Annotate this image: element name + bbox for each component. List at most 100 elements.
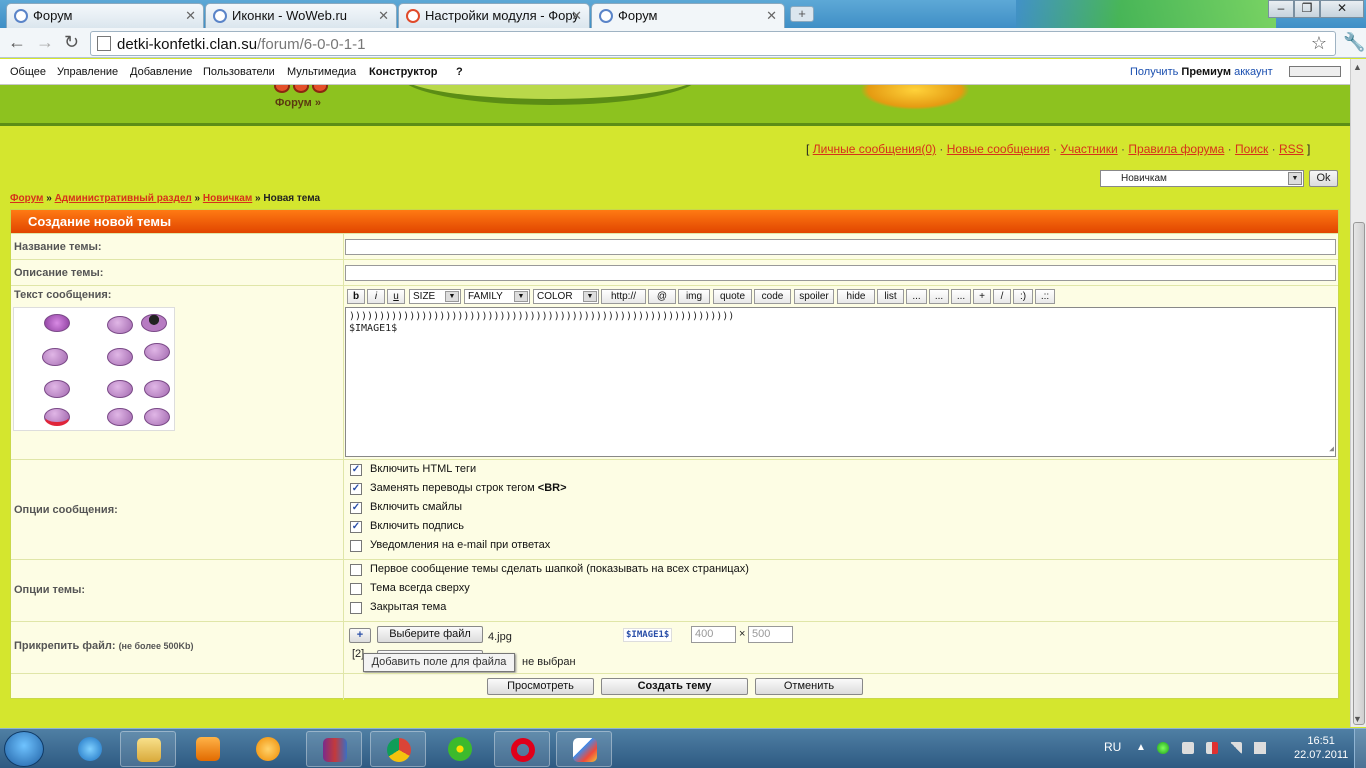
internet-explorer-icon[interactable] bbox=[62, 731, 118, 767]
option-pin-first-post-checkbox[interactable] bbox=[350, 564, 362, 576]
menu-item-help[interactable]: ? bbox=[456, 66, 463, 78]
tab-close-icon[interactable]: ✕ bbox=[766, 4, 777, 27]
breadcrumb-newbies[interactable]: Новичкам bbox=[203, 193, 252, 204]
smiley-confused-icon[interactable] bbox=[144, 408, 170, 426]
bbcode-more-button[interactable]: .:: bbox=[1035, 289, 1055, 304]
bbcode-plus-button[interactable]: + bbox=[973, 289, 991, 304]
bbcode-url-button[interactable]: http:// bbox=[601, 289, 646, 304]
bbcode-extra-button-2[interactable]: ... bbox=[929, 289, 949, 304]
option-email-notify-checkbox[interactable] bbox=[350, 540, 362, 552]
add-file-field-button[interactable]: + bbox=[349, 628, 371, 643]
tab-close-icon[interactable]: ✕ bbox=[378, 4, 389, 27]
close-window-button[interactable]: ✕ bbox=[1320, 0, 1364, 18]
new-messages-link[interactable]: Новые сообщения bbox=[947, 142, 1050, 156]
browser-tab-forum-active[interactable]: Форум ✕ bbox=[591, 3, 785, 28]
bbcode-img-button[interactable]: img bbox=[678, 289, 710, 304]
page-scrollbar[interactable]: ▲ ▼ bbox=[1350, 59, 1366, 727]
chrome-icon[interactable] bbox=[370, 731, 426, 767]
scroll-up-arrow-icon[interactable]: ▲ bbox=[1353, 62, 1362, 72]
option-html-checkbox[interactable]: ✓ bbox=[350, 464, 362, 476]
members-link[interactable]: Участники bbox=[1060, 142, 1117, 156]
bbcode-slash-button[interactable]: / bbox=[993, 289, 1011, 304]
bbcode-code-button[interactable]: code bbox=[754, 289, 791, 304]
smiley-smile-icon[interactable] bbox=[107, 316, 133, 334]
premium-link[interactable]: Получить Премиум аккаунт bbox=[1130, 66, 1273, 78]
option-smileys-checkbox[interactable]: ✓ bbox=[350, 502, 362, 514]
option-closed-checkbox[interactable] bbox=[350, 602, 362, 614]
forum-rules-link[interactable]: Правила форума bbox=[1128, 142, 1224, 156]
system-clock[interactable]: 16:51 22.07.2011 bbox=[1294, 734, 1348, 762]
browser-tab-woweb[interactable]: Иконки - WoWeb.ru ✕ bbox=[205, 3, 397, 28]
media-player-icon[interactable] bbox=[180, 731, 236, 767]
breadcrumb-admin-section[interactable]: Административный раздел bbox=[55, 193, 192, 204]
bbcode-extra-button-1[interactable]: ... bbox=[906, 289, 927, 304]
image-width-input[interactable]: 400 bbox=[691, 626, 736, 643]
smiley-tongue-icon[interactable] bbox=[44, 408, 70, 426]
menu-item-constructor[interactable]: Конструктор bbox=[369, 66, 437, 78]
smiley-hmm-icon[interactable] bbox=[44, 380, 70, 398]
option-sticky-checkbox[interactable] bbox=[350, 583, 362, 595]
smiley-wink-icon[interactable] bbox=[107, 380, 133, 398]
network-signal-icon[interactable] bbox=[1230, 742, 1242, 754]
bookmark-star-icon[interactable]: ☆ bbox=[1311, 33, 1327, 54]
address-bar[interactable]: detki-konfetki.clan.su/forum/6-0-0-1-1 ☆ bbox=[90, 31, 1336, 56]
bbcode-color-select[interactable]: COLOR ▼ bbox=[533, 289, 599, 304]
scroll-down-arrow-icon[interactable]: ▼ bbox=[1353, 714, 1362, 724]
mail-agent-icon[interactable] bbox=[240, 731, 296, 767]
new-tab-button[interactable]: + bbox=[790, 6, 814, 22]
scrollbar-thumb[interactable] bbox=[1353, 222, 1365, 725]
input-language[interactable]: RU bbox=[1104, 740, 1121, 754]
start-button[interactable] bbox=[4, 731, 44, 767]
opera-icon[interactable] bbox=[494, 731, 550, 767]
forward-arrow-icon[interactable]: → bbox=[36, 32, 54, 52]
tray-agent-icon[interactable] bbox=[1157, 742, 1169, 754]
bbcode-list-button[interactable]: list bbox=[877, 289, 904, 304]
create-topic-button[interactable]: Создать тему bbox=[601, 678, 748, 695]
image-code-label[interactable]: $IMAGE1$ bbox=[623, 628, 673, 642]
bbcode-email-button[interactable]: @ bbox=[648, 289, 676, 304]
bbcode-quote-button[interactable]: quote bbox=[713, 289, 752, 304]
bbcode-extra-button-3[interactable]: ... bbox=[951, 289, 971, 304]
toolbar-slider[interactable] bbox=[1289, 66, 1341, 77]
banner-forum-link[interactable]: Форум » bbox=[275, 97, 321, 109]
option-signature-checkbox[interactable]: ✓ bbox=[350, 521, 362, 533]
smiley-shocked-icon[interactable] bbox=[107, 408, 133, 426]
preview-button[interactable]: Просмотреть bbox=[487, 678, 594, 695]
private-messages-link[interactable]: Личные сообщения(0) bbox=[813, 142, 936, 156]
forum-jump-ok-button[interactable]: Ok bbox=[1309, 170, 1338, 187]
menu-item-multimedia[interactable]: Мультимедиа bbox=[287, 66, 356, 78]
smiley-cool-icon[interactable] bbox=[141, 314, 167, 332]
message-textarea[interactable]: ))))))))))))))))))))))))))))))))))))))))… bbox=[345, 307, 1336, 457]
smiley-surprised-icon[interactable] bbox=[144, 380, 170, 398]
minimize-button[interactable]: – bbox=[1268, 0, 1294, 18]
smiley-angry-icon[interactable] bbox=[44, 314, 70, 332]
paint-icon[interactable] bbox=[556, 731, 612, 767]
wrench-menu-icon[interactable]: 🔧 bbox=[1343, 32, 1365, 53]
action-center-flag-icon[interactable] bbox=[1254, 742, 1266, 754]
option-br-checkbox[interactable]: ✓ bbox=[350, 483, 362, 495]
tray-expand-icon[interactable]: ▲ bbox=[1136, 742, 1148, 754]
volume-muted-icon[interactable] bbox=[1206, 742, 1218, 754]
topic-description-input[interactable] bbox=[345, 265, 1336, 281]
menu-item-management[interactable]: Управление bbox=[57, 66, 118, 78]
menu-item-add[interactable]: Добавление bbox=[130, 66, 192, 78]
menu-item-users[interactable]: Пользователи bbox=[203, 66, 275, 78]
icq-icon[interactable] bbox=[432, 731, 488, 767]
search-link[interactable]: Поиск bbox=[1235, 142, 1268, 156]
maximize-button[interactable]: ❐ bbox=[1294, 0, 1320, 18]
image-height-input[interactable]: 500 bbox=[748, 626, 793, 643]
topic-name-input[interactable] bbox=[345, 239, 1336, 255]
bbcode-family-select[interactable]: FAMILY ▼ bbox=[464, 289, 530, 304]
smiley-grin-icon[interactable] bbox=[107, 348, 133, 366]
resize-grip-icon[interactable]: ◢ bbox=[1329, 443, 1334, 455]
cancel-button[interactable]: Отменить bbox=[755, 678, 863, 695]
tab-close-icon[interactable]: ✕ bbox=[571, 4, 582, 27]
breadcrumb-forum[interactable]: Форум bbox=[10, 193, 43, 204]
bbcode-underline-button[interactable]: u bbox=[387, 289, 405, 304]
bbcode-spoiler-button[interactable]: spoiler bbox=[794, 289, 834, 304]
reload-icon[interactable]: ↻ bbox=[64, 32, 79, 52]
tray-device-icon[interactable] bbox=[1182, 742, 1194, 754]
tab-close-icon[interactable]: ✕ bbox=[185, 4, 196, 27]
browser-tab-module-settings[interactable]: Настройки модуля - Фору ✕ bbox=[398, 3, 590, 28]
bbcode-size-select[interactable]: SIZE ▼ bbox=[409, 289, 461, 304]
